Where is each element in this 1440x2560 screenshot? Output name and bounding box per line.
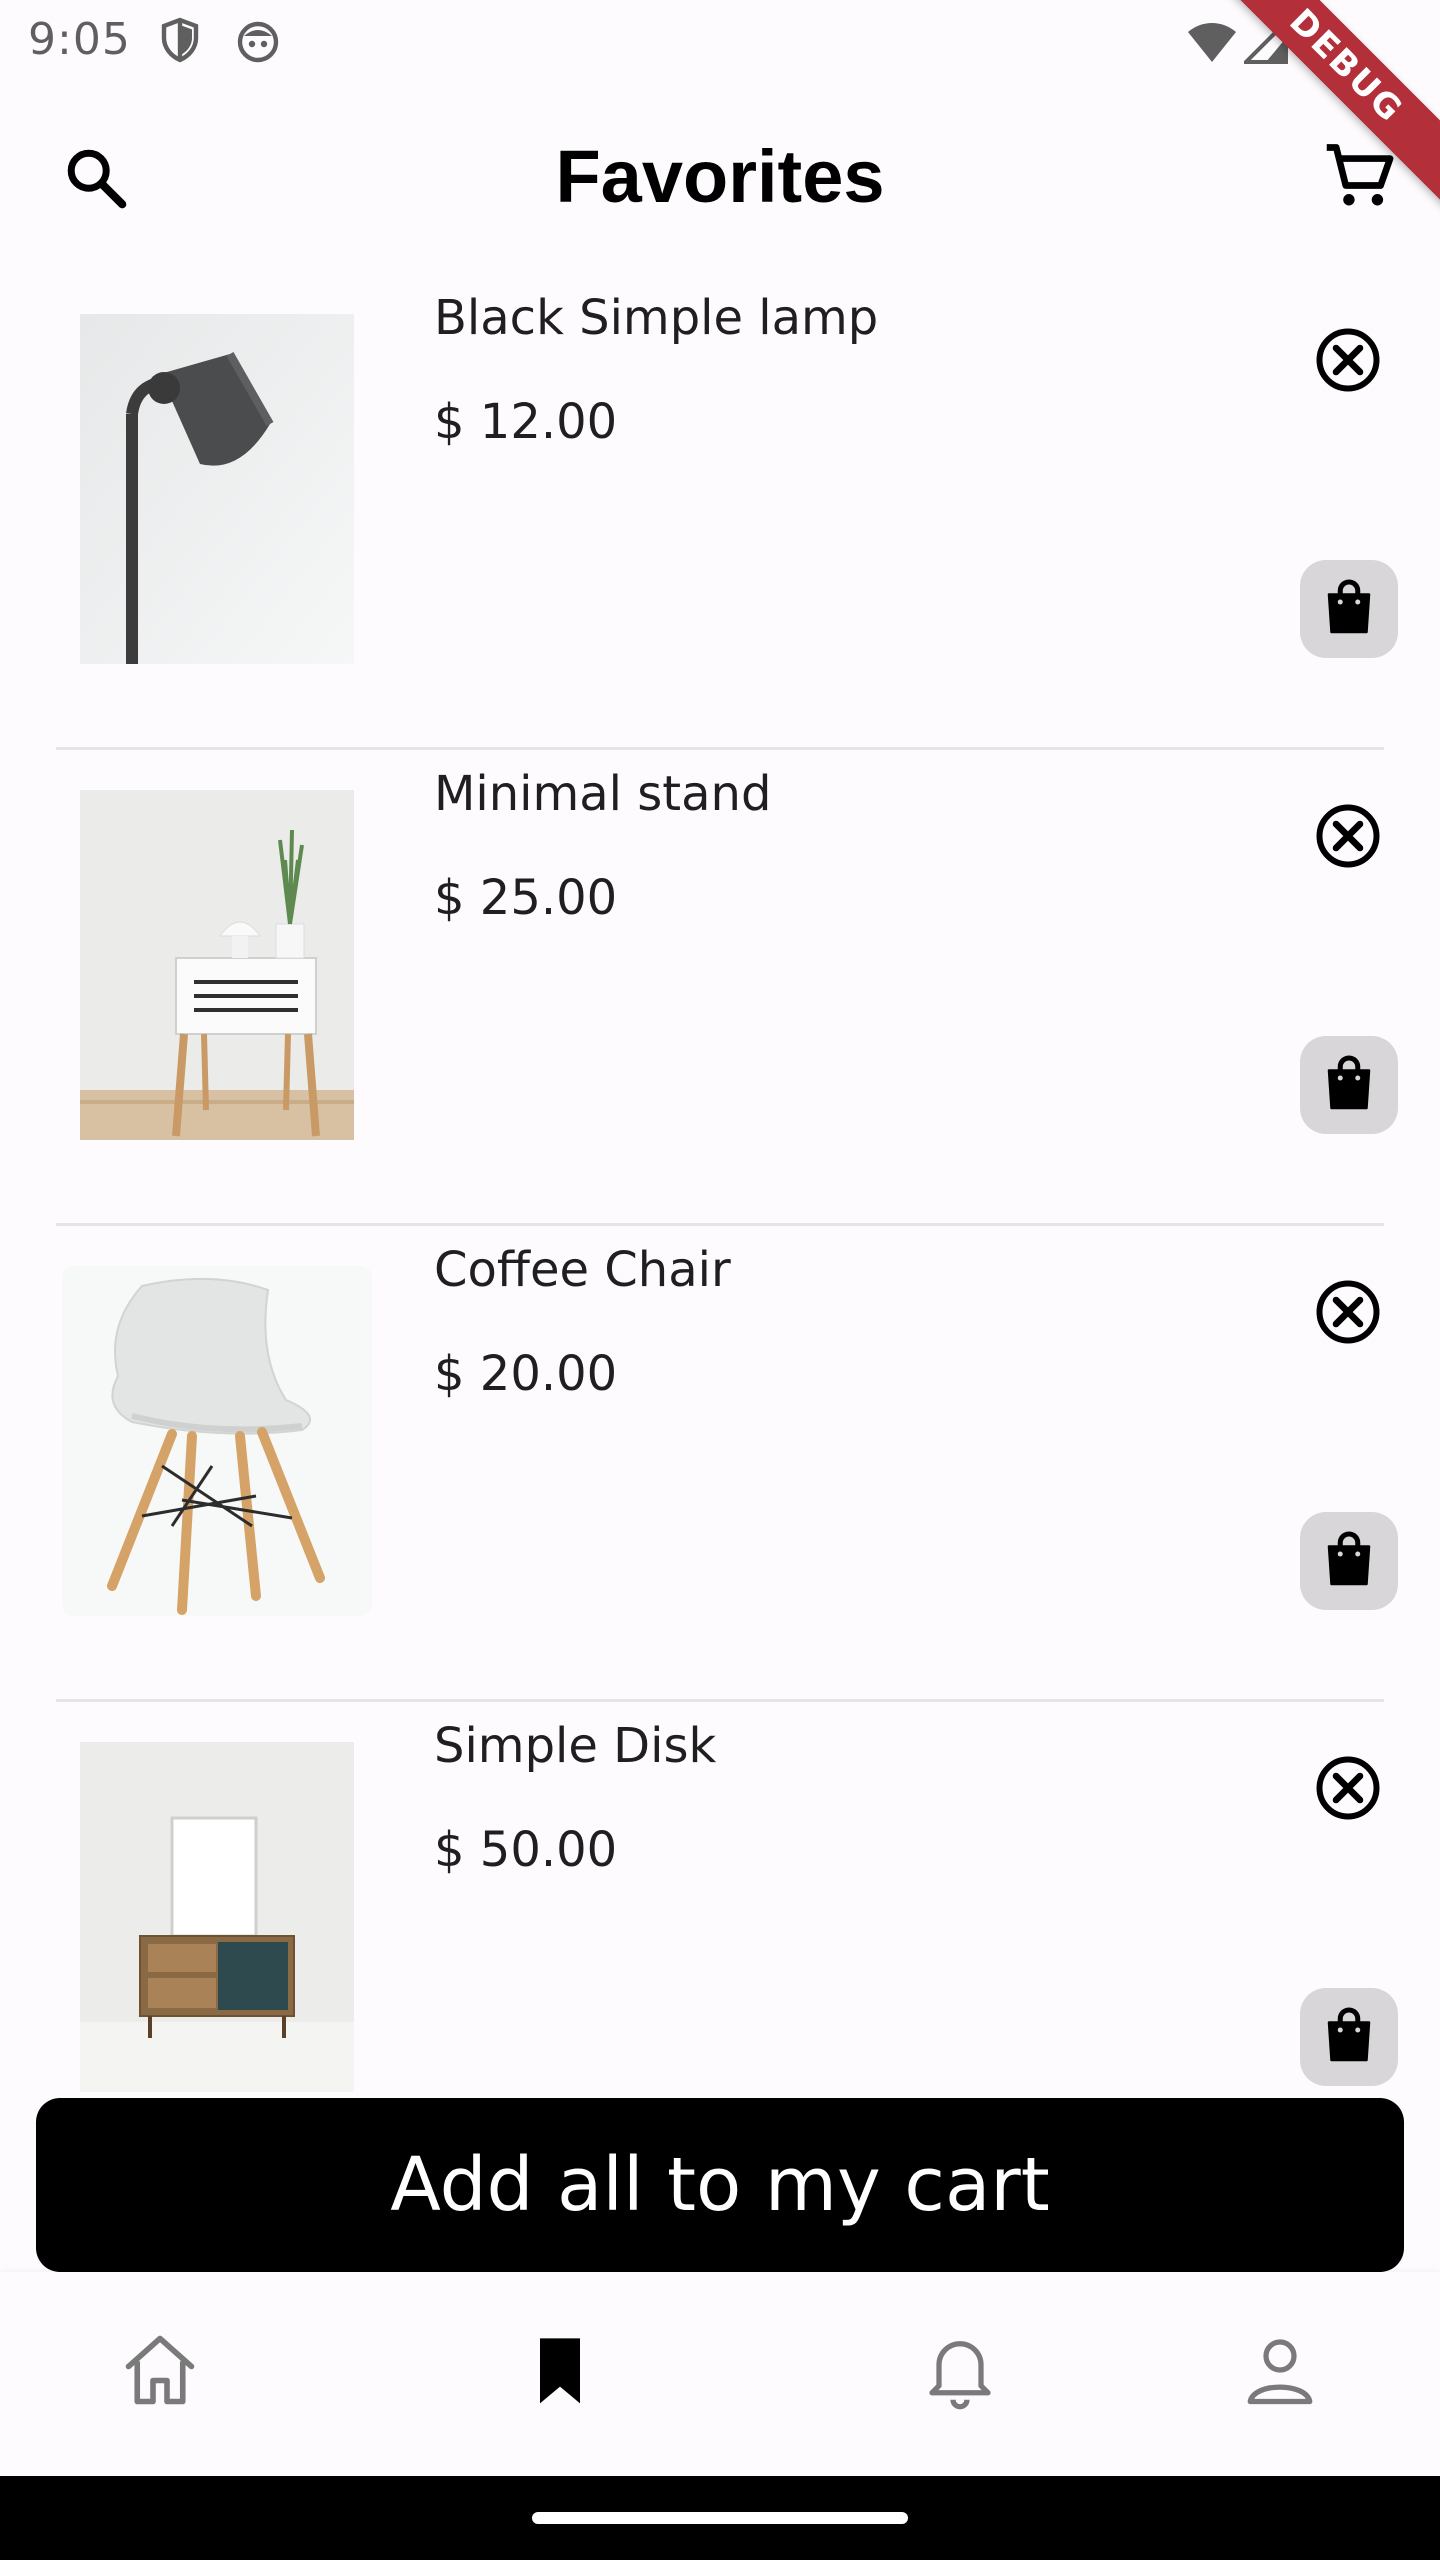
product-price: $ 12.00 bbox=[434, 394, 618, 450]
shield-icon bbox=[156, 16, 204, 64]
shopping-bag-icon bbox=[1319, 577, 1379, 642]
remove-favorite-button[interactable] bbox=[1308, 322, 1388, 402]
nav-profile[interactable] bbox=[1220, 2312, 1340, 2432]
bookmark-icon bbox=[520, 2330, 600, 2415]
system-navigation-bar bbox=[0, 2476, 1440, 2560]
nav-favorites[interactable] bbox=[500, 2312, 620, 2432]
product-price: $ 20.00 bbox=[434, 1346, 618, 1402]
close-circle-icon bbox=[1312, 1752, 1384, 1829]
close-circle-icon bbox=[1312, 800, 1384, 877]
bottom-navigation bbox=[0, 2272, 1440, 2476]
home-gesture-handle[interactable] bbox=[532, 2512, 908, 2524]
remove-favorite-button[interactable] bbox=[1308, 1274, 1388, 1354]
wifi-icon bbox=[1186, 18, 1236, 66]
add-to-cart-button[interactable] bbox=[1300, 1988, 1398, 2086]
shopping-bag-icon bbox=[1319, 2005, 1379, 2070]
close-circle-icon bbox=[1312, 324, 1384, 401]
add-to-cart-button[interactable] bbox=[1300, 560, 1398, 658]
profile-icon bbox=[1238, 2328, 1322, 2417]
product-price: $ 25.00 bbox=[434, 870, 618, 926]
favorites-screen: 9:05 DEBUG Favorites Black Simple lamp $… bbox=[0, 0, 1440, 2560]
list-item[interactable]: Minimal stand $ 25.00 bbox=[0, 750, 1440, 1226]
add-all-to-cart-button[interactable]: Add all to my cart bbox=[36, 2098, 1404, 2272]
remove-favorite-button[interactable] bbox=[1308, 798, 1388, 878]
product-image bbox=[80, 314, 354, 664]
list-item[interactable]: Coffee Chair $ 20.00 bbox=[0, 1226, 1440, 1702]
bell-icon bbox=[918, 2328, 1002, 2417]
remove-favorite-button[interactable] bbox=[1308, 1750, 1388, 1830]
shopping-bag-icon bbox=[1319, 1529, 1379, 1594]
cart-button[interactable] bbox=[1310, 128, 1410, 228]
home-icon bbox=[118, 2328, 202, 2417]
app-bar: Favorites bbox=[0, 84, 1440, 274]
product-image bbox=[62, 1266, 372, 1616]
cart-icon bbox=[1322, 138, 1398, 219]
product-image bbox=[80, 790, 354, 1140]
add-to-cart-button[interactable] bbox=[1300, 1036, 1398, 1134]
close-circle-icon bbox=[1312, 1276, 1384, 1353]
android-face-icon bbox=[234, 16, 282, 64]
status-bar: 9:05 DEBUG bbox=[0, 0, 1440, 214]
add-to-cart-button[interactable] bbox=[1300, 1512, 1398, 1610]
product-name: Black Simple lamp bbox=[434, 290, 879, 346]
product-name: Minimal stand bbox=[434, 766, 772, 822]
product-name: Coffee Chair bbox=[434, 1242, 731, 1298]
product-image bbox=[80, 1742, 354, 2092]
page-title: Favorites bbox=[555, 135, 885, 218]
status-time: 9:05 bbox=[28, 14, 131, 65]
nav-notifications[interactable] bbox=[900, 2312, 1020, 2432]
list-item[interactable]: Black Simple lamp $ 12.00 bbox=[0, 274, 1440, 750]
product-name: Simple Disk bbox=[434, 1718, 717, 1774]
product-price: $ 50.00 bbox=[434, 1822, 618, 1878]
shopping-bag-icon bbox=[1319, 1053, 1379, 1118]
nav-home[interactable] bbox=[100, 2312, 220, 2432]
